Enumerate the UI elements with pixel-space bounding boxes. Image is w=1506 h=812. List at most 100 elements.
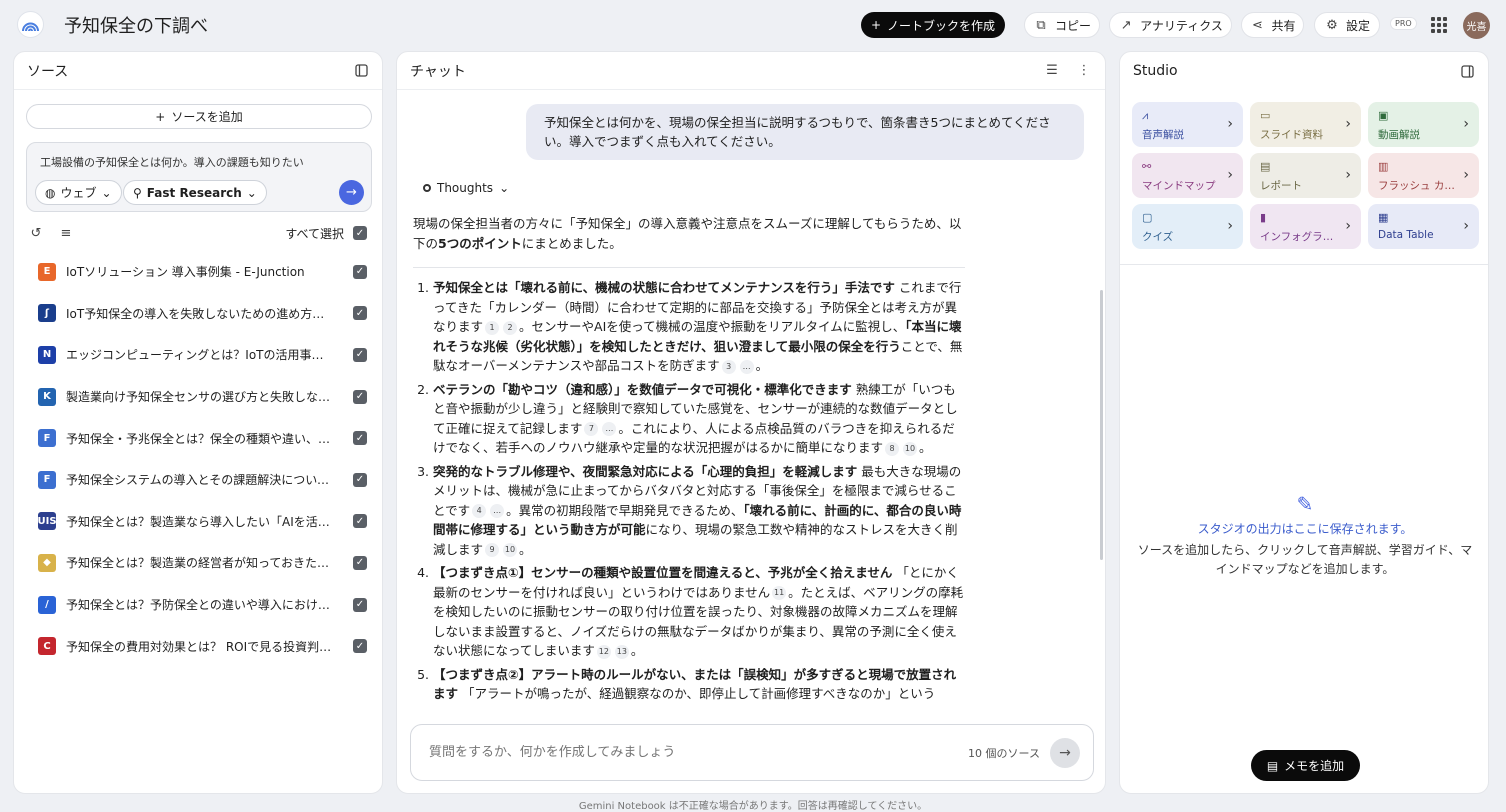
notebook-title[interactable]: 予知保全の下調べ [64,12,208,38]
studio-tile[interactable]: ▤ レポート › [1250,153,1361,198]
source-favicon-icon: N [38,345,56,364]
chevron-right-icon: › [1345,167,1351,183]
source-favicon-icon: F [38,429,56,448]
empty-title: スタジオの出力はここに保存されます。 [1197,522,1413,536]
send-button[interactable]: → [1050,737,1080,768]
settings-label: 設定 [1345,18,1370,33]
sort-icon[interactable]: ≡ [58,225,74,241]
source-checkbox[interactable]: ✓ [353,514,367,529]
studio-panel: Studio ⩘ 音声解説 › ▭ スライド資料 › ▣ 動画解説 › ⚯ マインドマップ › ▤ レポー… [1119,51,1489,794]
studio-empty-state: ✎ スタジオの出力はここに保存されます。 ソースを追加したら、クリックして音声解… [1120,492,1488,579]
chat-title: チャット [410,63,466,80]
citation-more-chip[interactable]: … [490,504,505,518]
citation-more-chip[interactable]: … [739,359,754,374]
source-item[interactable]: N エッジコンピューティングとは？IoTの活用事例... ✓ [26,334,372,376]
studio-tile[interactable]: ⩘ 音声解説 › [1132,102,1243,147]
chat-input[interactable] [429,745,969,760]
more-vert-icon[interactable]: ⋮ [1076,63,1092,79]
select-all-checkbox[interactable]: ✓ [353,226,367,240]
studio-tile[interactable]: ▢ クイズ › [1132,204,1243,249]
thoughts-toggle[interactable]: Thoughts ⌄ [423,181,509,195]
source-checkbox[interactable]: ✓ [353,347,367,362]
app-logo[interactable] [17,11,44,38]
citation-chip[interactable]: 10 [903,441,918,456]
avatar[interactable]: 光喜 [1463,12,1490,39]
source-checkbox[interactable]: ✓ [353,306,367,321]
tune-icon[interactable]: ☰ [1044,63,1060,79]
studio-tile-label: インフォグラフィック [1260,231,1340,243]
source-item[interactable]: F 予知保全システムの導入とその課題解決について ... ✓ [26,459,372,501]
research-query-box[interactable]: 工場設備の予知保全とは何か。導入の課題も知りたい ◍ ウェブ ⌄ ⚲ Fast … [26,142,372,212]
citation-chip[interactable]: 2 [503,320,518,335]
source-checkbox[interactable]: ✓ [353,472,367,487]
answer-list: 予知保全とは「壊れる前に、機械の状態に合わせてメンテナンスを行う」手法です これ… [413,278,965,708]
citation-chip[interactable]: 8 [885,441,900,456]
report-icon: ▤ [1260,160,1271,173]
empty-description: ソースを追加したら、クリックして音声解説、学習ガイド、マインドマップなどを追加し… [1137,543,1473,576]
source-item[interactable]: C 予知保全の費用対効果とは？ ROIで見る投資判断... ✓ [26,625,372,667]
citation-chip[interactable]: 7 [584,422,599,436]
source-item[interactable]: ʃ IoT予知保全の導入を失敗しないための進め方｜... ✓ [26,293,372,335]
add-source-button[interactable]: + ソースを追加 [26,104,372,129]
share-button[interactable]: ⋖ 共有 [1241,12,1304,38]
collapse-panel-icon[interactable] [1459,63,1475,79]
mindmap-icon: ⚯ [1142,160,1152,173]
source-favicon-icon: C [38,637,56,656]
source-checkbox[interactable]: ✓ [353,431,367,446]
top-bar: 予知保全の下調べ + ノートブックを作成 ⧉ コピー ↗ アナリティクス ⋖ 共… [0,0,1506,50]
source-checkbox[interactable]: ✓ [353,555,367,570]
copy-label: コピー [1054,18,1091,33]
citation-chip[interactable]: 13 [614,644,629,659]
apps-grid-icon[interactable] [1431,17,1447,33]
studio-tile[interactable]: ⚯ マインドマップ › [1132,153,1243,198]
source-checkbox[interactable]: ✓ [353,639,367,654]
citation-chip[interactable]: 1 [485,320,500,335]
chevron-right-icon: › [1463,167,1469,183]
chat-scrollbar[interactable] [1100,290,1103,560]
refresh-icon[interactable]: ↺ [28,225,44,241]
source-item[interactable]: / 予知保全とは？予防保全との違いや導入における... ✓ [26,584,372,626]
citation-more-chip[interactable]: … [602,422,617,436]
citation-chip[interactable]: 11 [772,586,787,600]
source-item-label: 予知保全とは？製造業の経営者が知っておきたい... [66,556,341,571]
source-checkbox[interactable]: ✓ [353,597,367,612]
chat-messages[interactable]: 予知保全とは何かを、現場の保全担当に説明するつもりで、箇条書き5つにまとめてくだ… [397,90,1105,720]
submit-research-button[interactable]: → [339,180,364,205]
chevron-right-icon: › [1463,116,1469,132]
analytics-button[interactable]: ↗ アナリティクス [1109,12,1232,38]
citation-chip[interactable]: 10 [503,543,518,557]
create-notebook-button[interactable]: + ノートブックを作成 [861,12,1005,38]
web-source-dropdown[interactable]: ◍ ウェブ ⌄ [35,180,122,205]
studio-tile[interactable]: ▥ フラッシュ カード › [1368,153,1479,198]
slides-icon: ▭ [1260,109,1271,122]
copy-button[interactable]: ⧉ コピー [1024,12,1100,38]
source-item[interactable]: F 予知保全・予兆保全とは？保全の種類や違い、事... ✓ [26,417,372,459]
source-item[interactable]: K 製造業向け予知保全センサの選び方と失敗しない... ✓ [26,376,372,418]
source-favicon-icon: K [38,387,56,406]
studio-title: Studio [1133,63,1178,79]
collapse-panel-icon[interactable] [353,63,369,79]
source-item-label: 製造業向け予知保全センサの選び方と失敗しない... [66,390,342,405]
research-mode-dropdown[interactable]: ⚲ Fast Research ⌄ [123,180,267,205]
citation-chip[interactable]: 12 [596,644,611,659]
studio-tile[interactable]: ▮ インフォグラフィック › [1250,204,1361,249]
studio-tile[interactable]: ▦ Data Table › [1368,204,1479,249]
source-item[interactable]: ◆ 予知保全とは？製造業の経営者が知っておきたい... ✓ [26,542,372,584]
source-checkbox[interactable]: ✓ [353,389,367,404]
source-item-label: 予知保全とは？製造業なら導入したい「AIを活用... [66,514,342,529]
studio-tile[interactable]: ▭ スライド資料 › [1250,102,1361,147]
citation-chip[interactable]: 4 [472,504,487,518]
studio-tile[interactable]: ▣ 動画解説 › [1368,102,1479,147]
citation-chip[interactable]: 3 [721,359,736,374]
source-checkbox[interactable]: ✓ [353,264,367,279]
citation-chip[interactable]: 9 [485,543,500,557]
add-note-button[interactable]: ▤ メモを追加 [1251,750,1360,781]
research-query-input[interactable]: 工場設備の予知保全とは何か。導入の課題も知りたい [40,154,304,170]
share-icon: ⋖ [1252,17,1263,33]
quiz-icon: ▢ [1142,211,1153,224]
chat-header: チャット ☰ ⋮ [397,52,1105,90]
source-item[interactable]: E IoTソリューション 導入事例集 - E-Junction ✓ [26,251,372,293]
settings-button[interactable]: ⚙ 設定 [1314,12,1380,38]
flashcard-icon: ▥ [1378,160,1389,173]
source-item[interactable]: UIS 予知保全とは？製造業なら導入したい「AIを活用... ✓ [26,501,372,543]
